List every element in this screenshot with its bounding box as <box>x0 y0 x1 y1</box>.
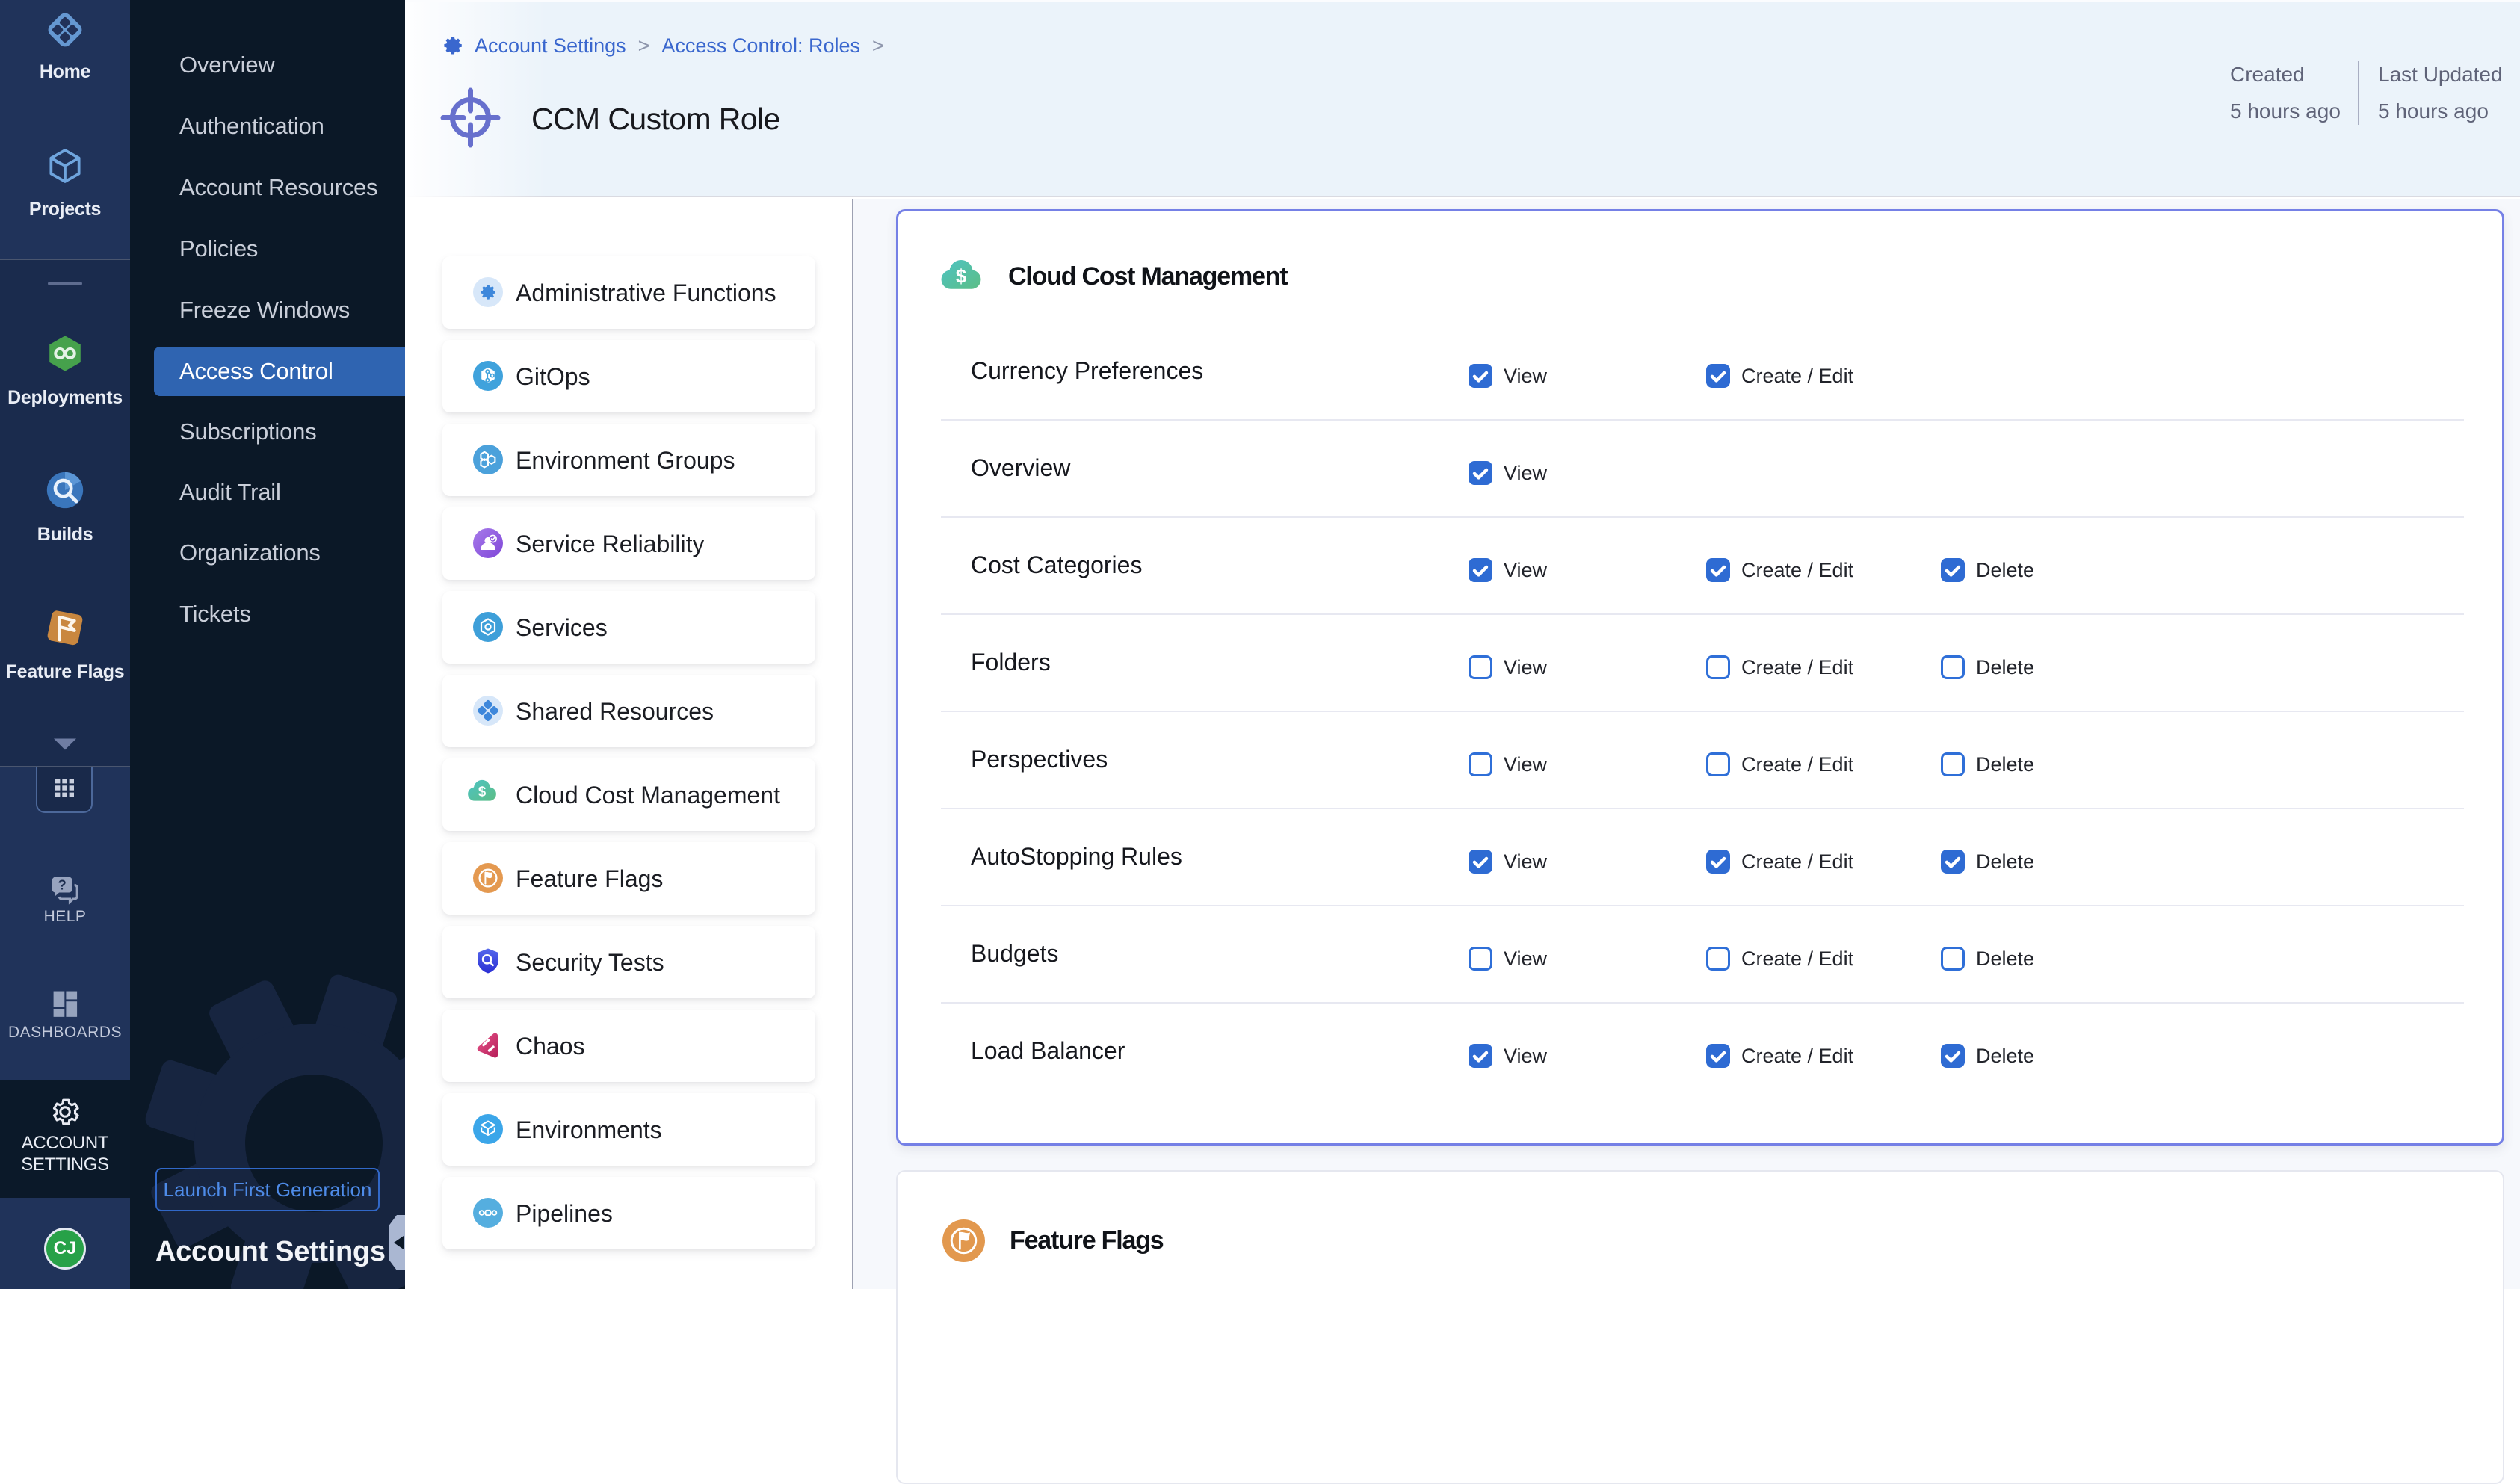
svg-text:$: $ <box>478 784 487 800</box>
svg-text:$: $ <box>956 265 967 288</box>
svg-text:?: ? <box>58 878 67 893</box>
